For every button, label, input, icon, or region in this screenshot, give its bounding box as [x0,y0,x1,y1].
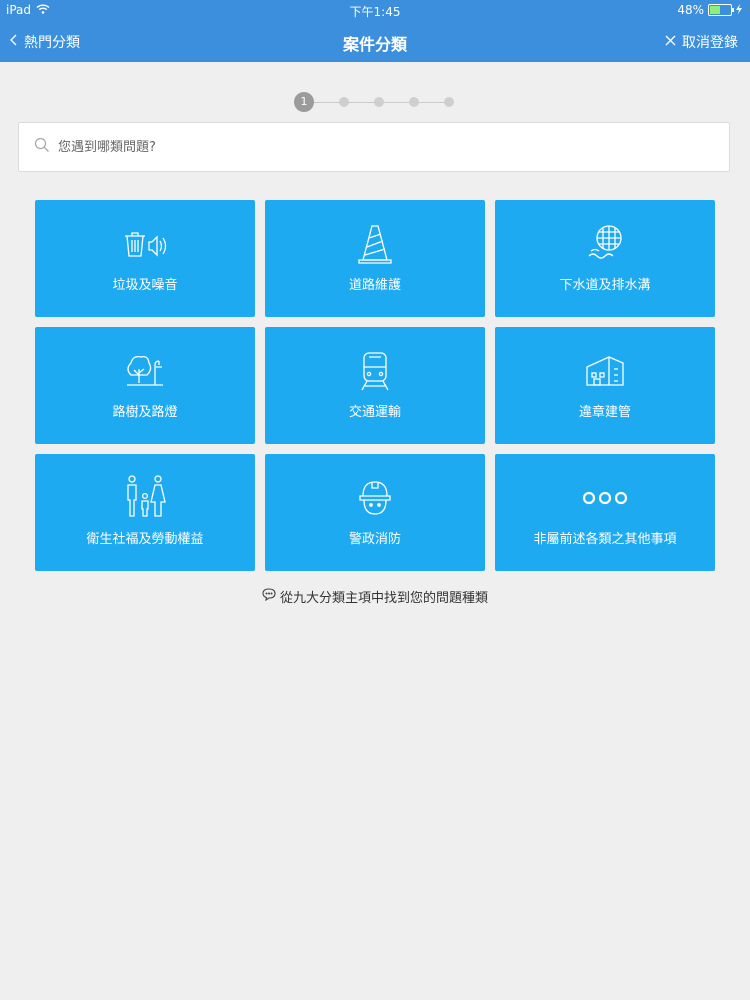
category-tile-health-welfare-labor[interactable]: 衛生社福及勞動權益 [35,454,255,571]
tree-streetlight-icon [35,349,255,393]
category-label: 違章建管 [578,405,631,420]
step-indicator: 1 [0,92,750,114]
category-label: 交通運輸 [348,405,401,420]
page-title: 案件分類 [342,35,407,54]
category-label: 路樹及路燈 [112,405,178,420]
category-label: 垃圾及噪音 [112,278,178,293]
battery-percent: 48% [677,3,704,17]
search-icon [34,137,50,157]
step-5 [444,97,454,107]
category-tile-garbage-noise[interactable]: 垃圾及噪音 [35,200,255,317]
category-label: 警政消防 [348,532,401,547]
charging-icon [736,3,742,17]
hint-text-row: 從九大分類主項中找到您的問題種類 [0,587,750,606]
more-dots-icon [495,476,715,520]
back-button[interactable]: 熱門分類 [10,32,80,52]
traffic-cone-icon [265,222,485,266]
category-label: 衛生社福及勞動權益 [86,532,204,547]
status-bar: iPad 下午1:45 48% [0,0,750,22]
helmet-icon [265,476,485,520]
category-tile-road-maintenance[interactable]: 道路維護 [265,200,485,317]
hint-text: 從九大分類主項中找到您的問題種類 [279,591,488,606]
step-2 [339,97,349,107]
family-icon [35,474,255,522]
search-input[interactable] [56,138,660,156]
chevron-left-icon [10,34,18,50]
step-3 [374,97,384,107]
category-tile-illegal-construction[interactable]: 違章建管 [495,327,715,444]
battery-icon [708,4,734,16]
category-label: 道路維護 [348,278,401,293]
category-tile-trees-lights[interactable]: 路樹及路燈 [35,327,255,444]
step-4 [409,97,419,107]
back-label: 熱門分類 [24,35,80,51]
category-tile-other[interactable]: 非屬前述各類之其他事項 [495,454,715,571]
sewer-drain-icon [495,222,715,266]
navigation-bar: 熱門分類 案件分類 取消登錄 [0,22,750,62]
category-label: 下水道及排水溝 [559,278,651,293]
category-label: 非屬前述各類之其他事項 [533,532,677,547]
step-1: 1 [294,92,314,112]
trash-noise-icon [35,222,255,266]
speech-bubble-icon [262,588,276,605]
cancel-button[interactable]: 取消登錄 [665,32,738,52]
search-bar[interactable] [18,122,730,172]
status-time: 下午1:45 [349,5,401,19]
train-icon [265,349,485,393]
category-tile-sewer-drain[interactable]: 下水道及排水溝 [495,200,715,317]
cancel-label: 取消登錄 [682,35,738,51]
category-tile-transport[interactable]: 交通運輸 [265,327,485,444]
category-tile-police-fire[interactable]: 警政消防 [265,454,485,571]
close-icon [665,34,676,50]
building-icon [495,349,715,393]
